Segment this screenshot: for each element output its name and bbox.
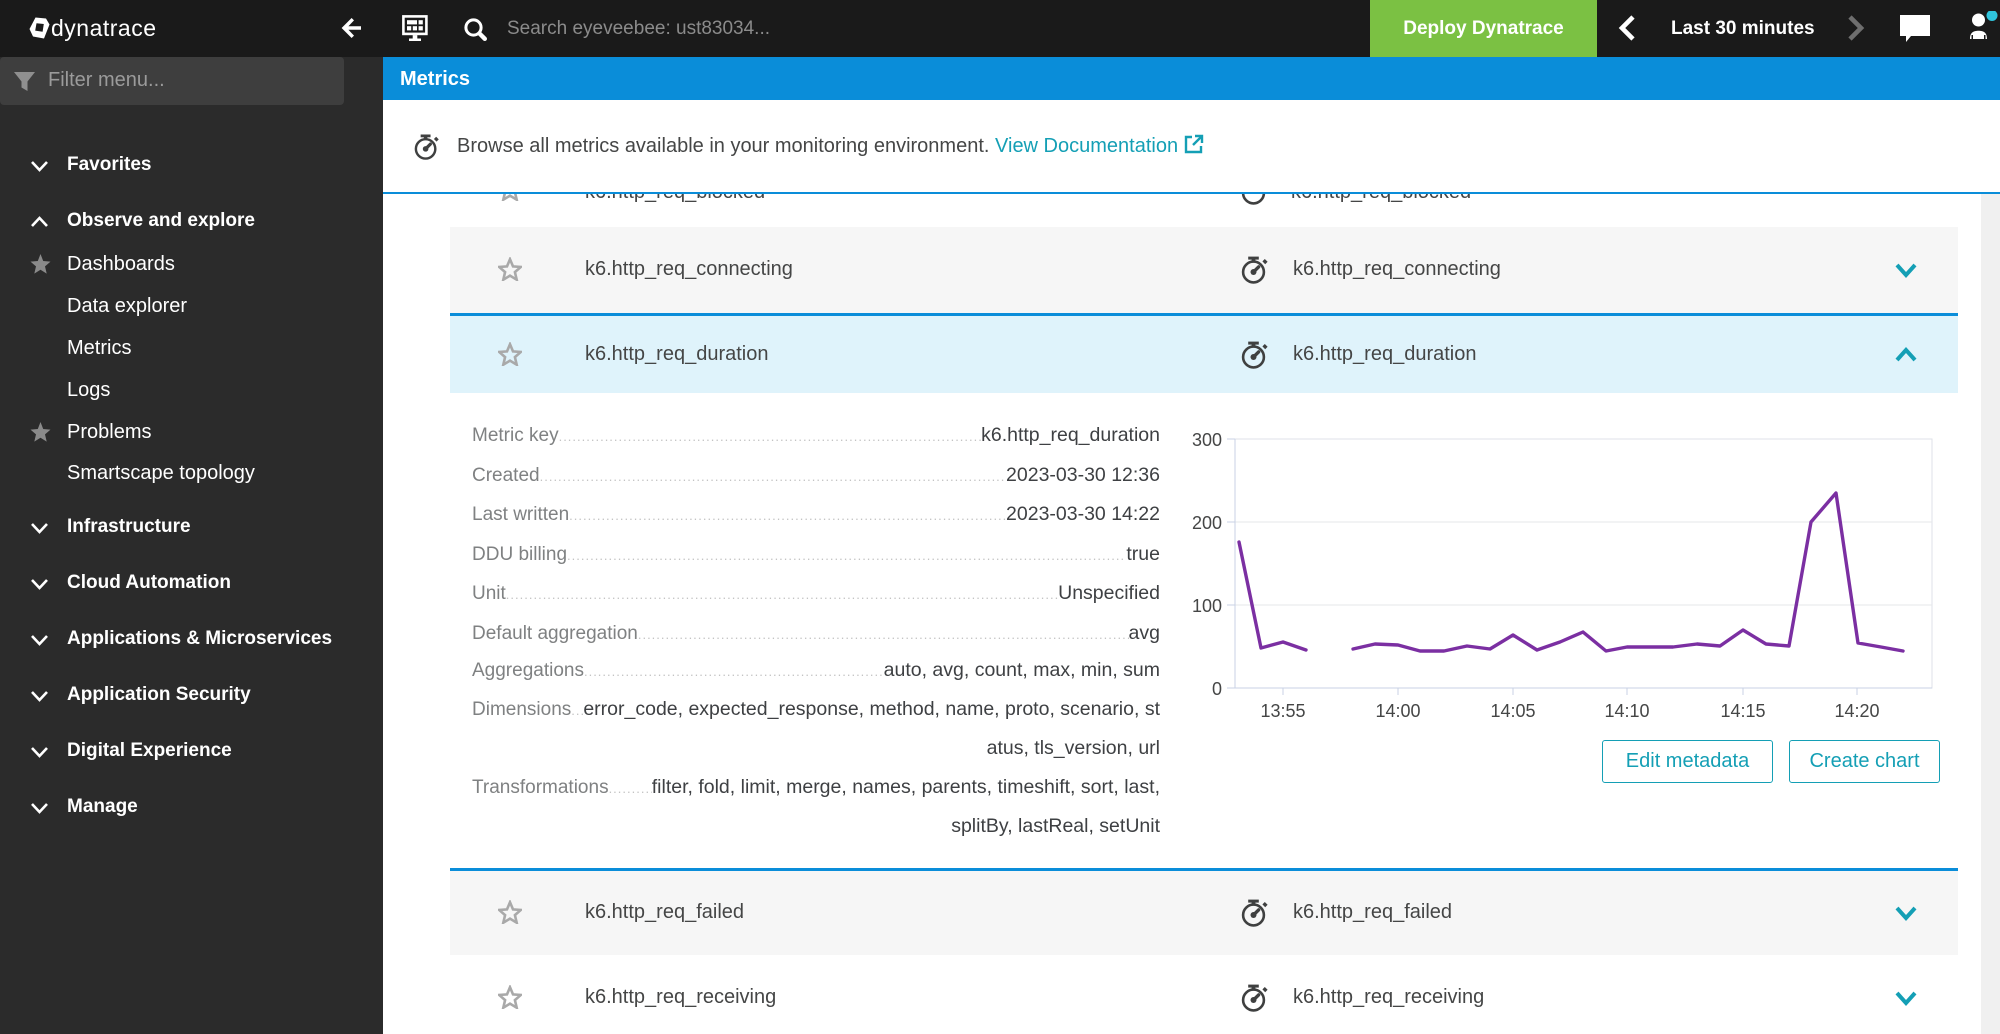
- svg-text:14:10: 14:10: [1604, 701, 1649, 721]
- svg-text:300: 300: [1192, 430, 1222, 450]
- svg-text:0: 0: [1212, 679, 1222, 699]
- svg-text:200: 200: [1192, 513, 1222, 533]
- svg-text:14:15: 14:15: [1720, 701, 1765, 721]
- svg-text:14:20: 14:20: [1834, 701, 1879, 721]
- svg-text:13:55: 13:55: [1260, 701, 1305, 721]
- svg-text:14:00: 14:00: [1375, 701, 1420, 721]
- svg-text:14:05: 14:05: [1490, 701, 1535, 721]
- svg-text:100: 100: [1192, 596, 1222, 616]
